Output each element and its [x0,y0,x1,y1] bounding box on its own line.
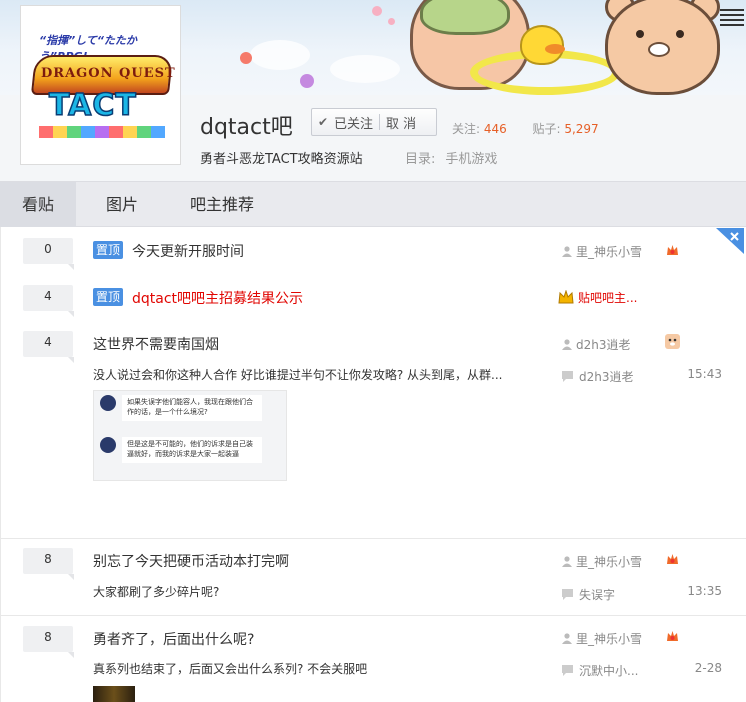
follow-label: 已关注 [334,116,374,132]
category-link[interactable]: 手机游戏 [445,152,497,167]
reply-count: 0 [23,238,74,270]
reply-icon [562,589,573,600]
bear-nose-illustration [648,42,670,57]
pinned-badge: 置顶 [93,241,124,259]
decoration-dot [372,6,382,16]
category-label: 目录: [405,152,436,167]
chat-message: 但是这是不可能的，他们的诉求是自己装逼就好，而我的诉求是大家一起装逼 [100,437,262,463]
last-reply-user[interactable]: 失误字 [562,586,615,603]
avatar [665,334,680,349]
author-name: 贴吧吧主... [578,291,638,305]
level-badge-icon [667,631,678,641]
thread-title[interactable]: dqtact吧吧主招募结果公示 [132,288,303,308]
thread-author[interactable]: 里_神乐小雪 [562,243,642,260]
forum-stats: 关注: 446 贴子: 5,297 [452,120,599,137]
logo-artwork: “指揮”して“たたかう”RPG! DRAGON QUEST TACT [25,10,176,160]
bear-eye-illustration [676,30,684,38]
avatar [100,437,116,453]
list-border [0,227,1,702]
avatar [100,395,116,411]
duck-bill-illustration [545,44,565,54]
posts-label: 贴子: [532,122,561,136]
chat-bubble: 如果失误字他们能容人，我现在跟他们合作的话，是一个什么境况? [122,395,262,421]
logo-title-text: DRAGON QUEST [41,66,176,81]
reply-icon [562,665,573,676]
thread-title[interactable]: 勇者齐了，后面出什么呢? [93,629,254,649]
close-icon[interactable] [716,228,744,254]
forum-tabs: 看贴 图片 吧主推荐 [0,181,746,227]
forum-name: dqtact吧 [200,115,293,140]
thread-divider [0,615,746,616]
last-reply-time: 15:43 [687,367,722,381]
thread-abstract: 真系列也结束了，后面又会出什么系列? 不会关服吧 [93,662,368,676]
chat-message: 如果失误字他们能容人，我现在跟他们合作的话，是一个什么境况? [100,395,262,421]
user-icon [562,246,572,257]
thread-divider [0,538,746,539]
forum-logo[interactable]: “指揮”して“たたかう”RPG! DRAGON QUEST TACT [20,5,181,165]
follow-separator [379,114,381,130]
thread-title[interactable]: 别忘了今天把硬币活动本打完啊 [93,551,289,571]
reply-count: 4 [23,331,74,363]
thread-author[interactable]: 贴吧吧主... [558,289,637,306]
cartoon-hat-illustration [420,0,510,35]
follow-button[interactable]: ✔ 已关注 取 消 [311,108,437,136]
forum-category: 目录: 手机游戏 [405,148,497,167]
reply-icon [562,371,573,382]
tab-posts[interactable]: 看贴 [0,182,77,227]
decoration-dot [300,74,314,88]
reply-count: 4 [23,285,74,317]
level-badge-icon [667,554,678,564]
tab-images[interactable]: 图片 [84,182,160,227]
check-icon: ✔ [317,115,329,129]
pinned-badge: 置顶 [93,288,124,306]
author-name: 里_神乐小雪 [576,555,643,569]
thread-author[interactable]: 里_神乐小雪 [562,630,642,647]
last-reply-name: 沉默中小... [579,664,639,678]
thread-abstract: 大家都刷了多少碎片呢? [93,585,220,599]
tab-moderator-picks[interactable]: 吧主推荐 [168,182,276,227]
user-icon [562,339,572,350]
reply-count: 8 [23,626,74,658]
cancel-follow-button[interactable]: 取 消 [386,113,416,132]
thread-abstract: 没人说过会和你这种人合作 好比谁提过半句不让你发攻略? 从头到尾，从群... [93,368,503,382]
last-reply-name: d2h3逍老 [579,370,634,384]
thread-image[interactable]: 如果失误字他们能容人，我现在跟他们合作的话，是一个什么境况? 但是这是不可能的，… [93,390,287,481]
posts-count: 5,297 [564,122,599,136]
cloud-decoration [250,40,310,70]
user-icon [562,556,572,567]
followers-label: 关注: [452,122,481,136]
cloud-decoration [330,55,400,83]
last-reply-name: 失误字 [579,588,616,602]
last-reply-time: 2-28 [694,661,722,675]
user-icon [562,633,572,644]
chat-bubble: 但是这是不可能的，他们的诉求是自己装逼就好，而我的诉求是大家一起装逼 [122,437,262,463]
thread-title[interactable]: 这世界不需要南国烟 [93,334,219,354]
forum-description: 勇者斗恶龙TACT攻略资源站 [200,152,363,167]
logo-stripes [39,126,165,138]
thread-image[interactable] [93,686,135,702]
author-name: 里_神乐小雪 [576,632,643,646]
menu-icon[interactable] [720,6,744,28]
thread-title[interactable]: 今天更新开服时间 [132,241,244,261]
level-badge-icon [667,245,678,255]
crown-icon [558,290,574,304]
logo-tact-text: TACT [48,87,137,124]
last-reply-user[interactable]: d2h3逍老 [562,368,634,385]
reply-count: 8 [23,548,74,580]
decoration-dot [240,52,252,64]
author-name: d2h3逍老 [576,338,631,352]
followers-count: 446 [483,122,507,136]
thread-author[interactable]: d2h3逍老 [562,336,631,353]
author-name: 里_神乐小雪 [576,245,643,259]
bear-eye-illustration [636,30,644,38]
last-reply-time: 13:35 [687,584,722,598]
last-reply-user[interactable]: 沉默中小... [562,662,638,679]
thread-author[interactable]: 里_神乐小雪 [562,553,642,570]
decoration-dot [388,18,395,25]
